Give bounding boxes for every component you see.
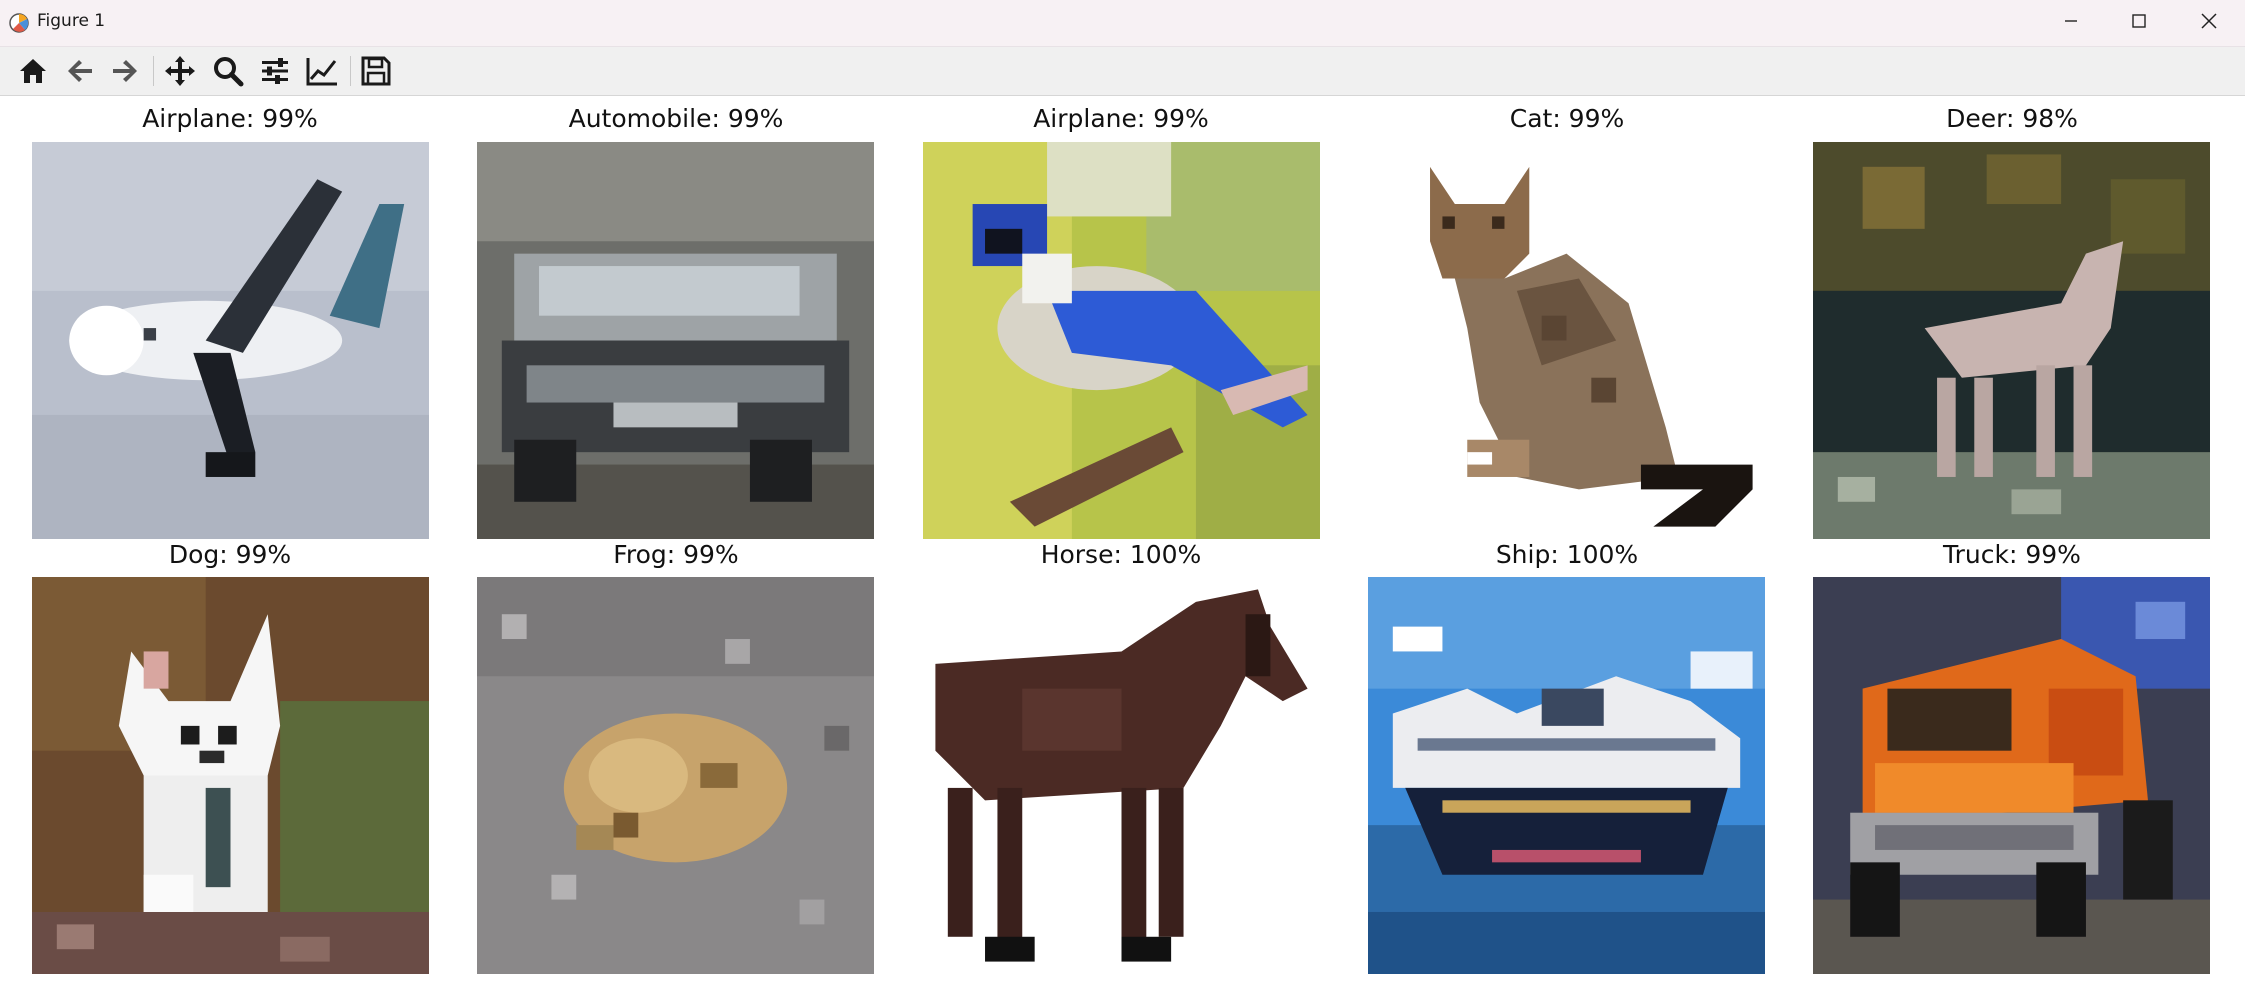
maximize-button[interactable] — [2105, 0, 2173, 46]
panel-title: Dog: 99% — [168, 540, 292, 569]
image-deer — [1813, 142, 2210, 539]
edit-axes-icon — [305, 55, 339, 87]
window-title: Figure 1 — [37, 11, 106, 31]
panel-title: Truck: 99% — [1943, 540, 2081, 569]
image-cat — [1368, 142, 1765, 539]
figure-canvas[interactable]: Airplane: 99% Automobile: 99% Airplane: … — [0, 96, 2245, 993]
pan-icon — [163, 54, 197, 88]
save-icon — [360, 55, 392, 87]
zoom-button[interactable] — [209, 53, 247, 89]
image-ship — [1368, 577, 1765, 974]
edit-axes-button[interactable] — [303, 53, 341, 89]
panel-title: Deer: 98% — [1946, 104, 2078, 133]
matplotlib-app-icon — [6, 10, 32, 36]
image-bird — [923, 142, 1320, 539]
image-airplane — [32, 142, 429, 539]
panel-title: Ship: 100% — [1495, 540, 1639, 569]
minimize-button[interactable] — [2037, 0, 2105, 46]
close-icon — [2200, 12, 2218, 34]
minimize-icon — [2063, 13, 2079, 33]
back-button[interactable] — [61, 53, 99, 89]
home-button[interactable] — [14, 53, 52, 89]
panel-title: Automobile: 99% — [568, 104, 784, 133]
panel-title: Frog: 99% — [613, 540, 739, 569]
save-button[interactable] — [357, 53, 395, 89]
image-truck — [1813, 577, 2210, 974]
panel-title: Horse: 100% — [1040, 540, 1202, 569]
toolbar-separator — [350, 56, 351, 86]
forward-button[interactable] — [106, 53, 144, 89]
panel-title: Airplane: 99% — [1033, 104, 1209, 133]
image-automobile — [477, 142, 874, 539]
subplots-config-icon — [259, 55, 291, 87]
image-horse — [923, 577, 1320, 974]
panel-title: Cat: 99% — [1509, 104, 1625, 133]
title-bar[interactable]: Figure 1 — [0, 0, 2245, 47]
forward-arrow-icon — [109, 55, 141, 87]
image-frog — [477, 577, 874, 974]
zoom-icon — [212, 55, 244, 87]
home-icon — [17, 55, 49, 87]
navigation-toolbar — [0, 47, 2245, 96]
configure-subplots-button[interactable] — [256, 53, 294, 89]
image-dog — [32, 577, 429, 974]
close-button[interactable] — [2175, 0, 2243, 46]
pan-button[interactable] — [161, 53, 199, 89]
panel-title: Airplane: 99% — [142, 104, 318, 133]
back-arrow-icon — [64, 55, 96, 87]
maximize-icon — [2131, 13, 2147, 33]
toolbar-separator — [153, 56, 154, 86]
